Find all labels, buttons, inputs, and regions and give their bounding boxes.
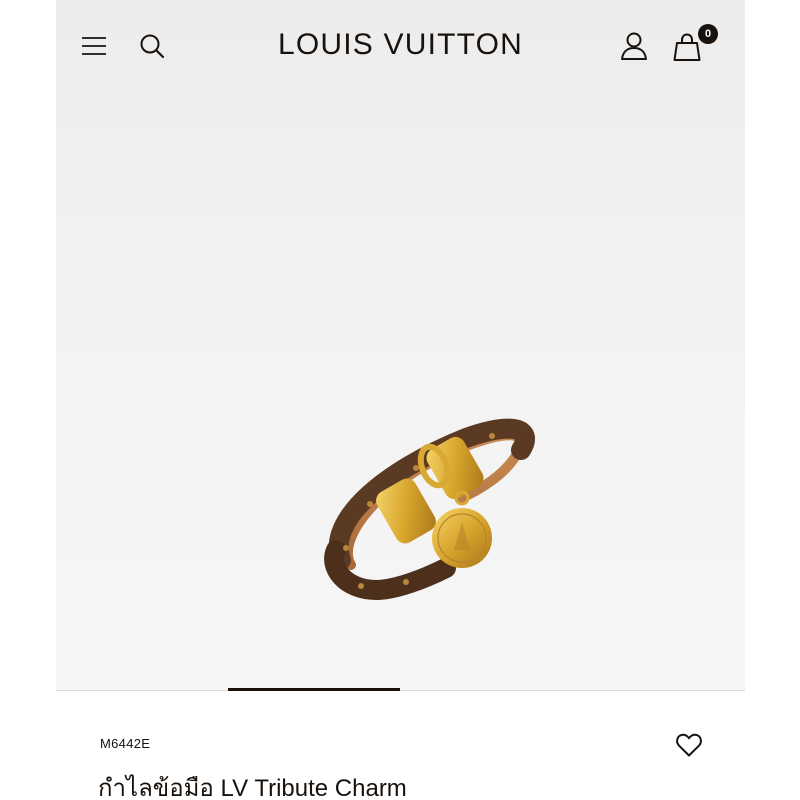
search-icon: [140, 34, 165, 59]
product-title: กำไลข้อมือ LV Tribute Charm: [98, 775, 407, 800]
product-page: LOUIS VUITTON 0 M6442E กำไลข้อมือ LV Tri…: [56, 0, 745, 800]
carousel-track[interactable]: [56, 690, 745, 691]
carousel-active-indicator: [228, 688, 400, 691]
product-sku: M6442E: [100, 736, 151, 751]
wishlist-button[interactable]: [674, 730, 704, 760]
menu-icon: [82, 37, 106, 55]
bag-count-badge: 0: [698, 24, 718, 44]
account-icon: [621, 32, 647, 60]
brand-logo[interactable]: LOUIS VUITTON: [256, 28, 545, 62]
heart-icon: [676, 733, 702, 757]
search-button[interactable]: [136, 30, 168, 62]
header: LOUIS VUITTON 0: [56, 0, 745, 92]
account-button[interactable]: [618, 30, 650, 62]
bracelet-image: [324, 418, 535, 601]
menu-button[interactable]: [78, 30, 110, 62]
product-hero[interactable]: LOUIS VUITTON 0: [56, 0, 745, 690]
